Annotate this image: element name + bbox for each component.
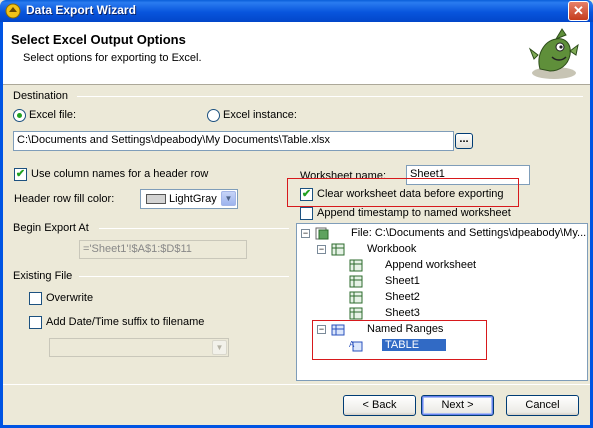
add-suffix-label: Add Date/Time suffix to filename [46,316,205,328]
file-icon [315,227,329,240]
header-fill-color-select[interactable]: LightGray ▼ [140,189,238,209]
tree-sheet-label: Sheet2 [385,291,420,303]
page-subtitle: Select options for exporting to Excel. [23,52,202,64]
excel-file-label: Excel file: [29,109,77,121]
mascot-logo-icon [528,28,579,79]
tree-workbook-label: Workbook [367,243,417,255]
worksheet-icon [349,259,363,272]
suffix-format-select: ▼ [49,338,229,357]
divider [79,276,289,277]
overwrite-checkbox[interactable] [29,292,42,305]
highlight-box [312,320,487,360]
existing-file-label: Existing File [13,270,73,282]
wizard-header: Select Excel Output Options Select optio… [3,22,590,85]
header-fill-value: LightGray [169,193,217,205]
excel-instance-label: Excel instance: [223,109,297,121]
tree-sheet-label: Sheet1 [385,275,420,287]
use-column-names-label: Use column names for a header row [31,168,209,180]
chevron-down-icon: ▼ [221,191,236,206]
highlight-box [287,178,519,207]
collapse-icon[interactable]: − [301,229,310,238]
title-bar: Data Export Wizard ✕ [0,0,593,22]
browse-button[interactable]: ... [455,133,473,149]
tree-node-sheet[interactable]: Sheet1 [349,274,549,290]
destination-label: Destination [13,90,69,102]
append-timestamp-checkbox[interactable] [300,207,313,220]
color-swatch [146,194,166,204]
chevron-down-icon: ▼ [212,340,227,355]
header-fill-label: Header row fill color: [14,193,115,205]
overwrite-label: Overwrite [46,292,94,304]
tree-sheet-label: Append worksheet [385,259,477,271]
use-column-names-checkbox[interactable]: ✔ [14,168,27,181]
divider [99,228,289,229]
next-button[interactable]: Next > [421,395,494,416]
tree-node-file[interactable]: − File: C:\Documents and Settings\dpeabo… [301,226,586,242]
begin-export-label: Begin Export At [13,222,89,234]
worksheet-icon [349,291,363,304]
close-icon: ✕ [573,3,584,18]
begin-export-input: ='Sheet1'!$A$1:$D$11 [79,240,247,259]
add-suffix-checkbox[interactable] [29,316,42,329]
page-title: Select Excel Output Options [11,32,186,47]
worksheet-icon [349,307,363,320]
back-button[interactable]: < Back [343,395,416,416]
tree-node-sheet[interactable]: Append worksheet [349,258,549,274]
close-button[interactable]: ✕ [568,1,589,21]
app-icon [5,3,21,19]
window-title: Data Export Wizard [26,3,136,17]
tree-node-sheet[interactable]: Sheet2 [349,290,549,306]
excel-instance-radio[interactable] [207,109,220,122]
excel-file-radio[interactable] [13,109,26,122]
cancel-button[interactable]: Cancel [506,395,579,416]
workbook-icon [331,243,345,256]
tree-node-workbook[interactable]: − Workbook [317,242,517,258]
tree-sheet-label: Sheet3 [385,307,420,319]
worksheet-icon [349,275,363,288]
collapse-icon[interactable]: − [317,245,326,254]
append-timestamp-label: Append timestamp to named worksheet [317,207,511,219]
divider [3,384,590,385]
wizard-body: Destination Excel file: Excel instance: … [3,86,590,425]
file-path-input[interactable]: C:\Documents and Settings\dpeabody\My Do… [13,131,454,151]
divider [77,96,583,97]
tree-file-label: File: C:\Documents and Settings\dpeabody… [351,227,587,239]
